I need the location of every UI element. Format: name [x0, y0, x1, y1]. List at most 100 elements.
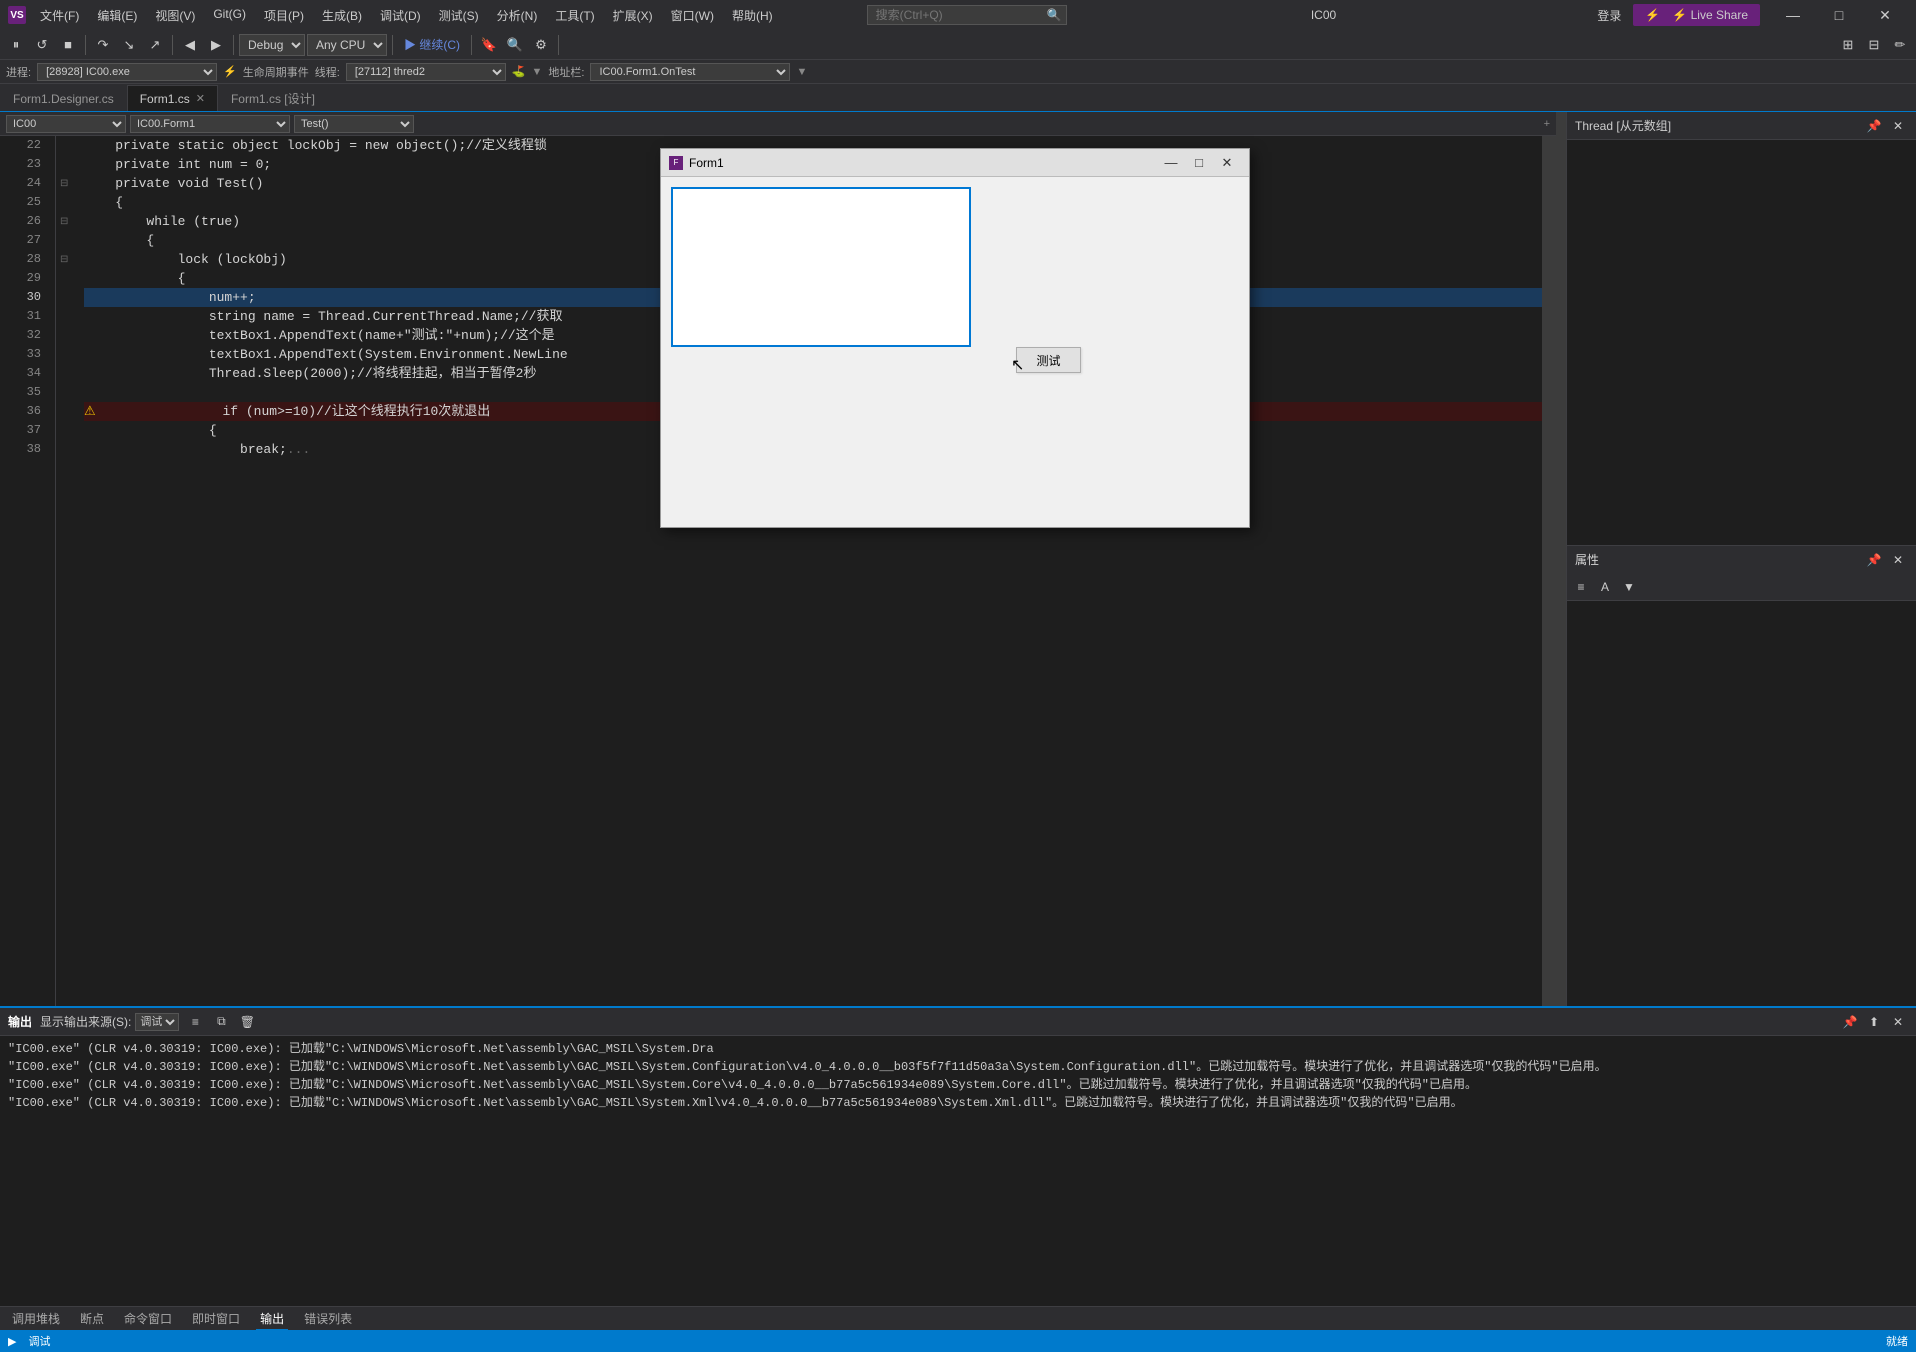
menu-item[interactable]: 视图(V) — [147, 5, 203, 26]
form1-textbox[interactable] — [671, 187, 971, 347]
prop-filter-btn[interactable]: ▼ — [1619, 577, 1639, 597]
form1-close[interactable]: ✕ — [1213, 152, 1241, 174]
prop-alpha-btn[interactable]: A — [1595, 577, 1615, 597]
properties-pin[interactable]: 📌 — [1864, 550, 1884, 570]
editor-scrollbar[interactable] — [1542, 136, 1556, 1006]
form1-icon: F — [669, 156, 683, 170]
tab-form1cs[interactable]: Form1.cs ✕ — [127, 85, 218, 111]
menu-item[interactable]: 编辑(E) — [89, 5, 145, 26]
bottom-tab-1[interactable]: 断点 — [76, 1308, 108, 1329]
minimize-button[interactable]: — — [1770, 0, 1816, 30]
thread-panel-close[interactable]: ✕ — [1888, 116, 1908, 136]
toolbar-sep-3 — [233, 35, 234, 55]
menu-item[interactable]: 文件(F) — [32, 5, 87, 26]
prop-category-btn[interactable]: ≡ — [1571, 577, 1591, 597]
output-line: "IC00.exe" (CLR v4.0.30319: IC00.exe): 已… — [8, 1058, 1908, 1076]
properties-toolbar: ≡ A ▼ — [1567, 573, 1916, 601]
output-copy-btn[interactable]: ⧉ — [211, 1012, 231, 1032]
fold-btn-28[interactable]: ⊟ — [60, 254, 68, 266]
step-into-button[interactable]: ↘ — [117, 33, 141, 57]
menu-item[interactable]: 调试(D) — [372, 5, 429, 26]
tab-design[interactable]: Form1.cs [设计] — [218, 85, 328, 111]
step-over-button[interactable]: ↷ — [91, 33, 115, 57]
maximize-button[interactable]: □ — [1816, 0, 1862, 30]
output-content[interactable]: "IC00.exe" (CLR v4.0.30319: IC00.exe): 已… — [0, 1036, 1916, 1306]
menu-item[interactable]: 窗口(W) — [663, 5, 722, 26]
close-button[interactable]: ✕ — [1862, 0, 1908, 30]
menu-item[interactable]: 测试(S) — [431, 5, 487, 26]
output-title: 输出 — [8, 1013, 32, 1030]
menu-item[interactable]: 扩展(X) — [605, 5, 661, 26]
form1-minimize[interactable]: — — [1157, 152, 1185, 174]
form1-content: 测试 ↖ — [661, 177, 1249, 527]
menu-item[interactable]: 生成(B) — [314, 5, 370, 26]
layout-btn-3[interactable]: ✏ — [1888, 33, 1912, 57]
toolbar-sep-1 — [85, 35, 86, 55]
properties-close[interactable]: ✕ — [1888, 550, 1908, 570]
tab-close-form1cs[interactable]: ✕ — [196, 92, 205, 105]
bottom-tab-3[interactable]: 即时窗口 — [188, 1308, 244, 1329]
line-num-29: 29 — [16, 269, 47, 288]
bottom-tab-5[interactable]: 错误列表 — [300, 1308, 356, 1329]
fold-area-33 — [56, 345, 76, 364]
layout-btn-2[interactable]: ⊟ — [1862, 33, 1886, 57]
menu-item[interactable]: Git(G) — [205, 5, 254, 26]
debug-mode-icon: ▶ — [8, 1335, 16, 1348]
process-label: 进程: — [6, 64, 31, 80]
status-bar: ▶ 调试 就绪 — [0, 1330, 1916, 1352]
layout-btn-1[interactable]: ⊞ — [1836, 33, 1860, 57]
output-clear-btn[interactable]: 🗑 — [237, 1012, 257, 1032]
location-dropdown[interactable]: IC00.Form1.OnTest — [590, 63, 790, 81]
output-pin-btn[interactable]: 📌 — [1840, 1012, 1860, 1032]
form1-maximize[interactable]: □ — [1185, 152, 1213, 174]
tab-designer[interactable]: Form1.Designer.cs — [0, 85, 127, 111]
fold-btn-26[interactable]: ⊟ — [60, 216, 68, 228]
debug-config-dropdown[interactable]: Debug — [239, 34, 305, 56]
pause-button[interactable]: ⏸ — [4, 33, 28, 57]
thread-panel-pin[interactable]: 📌 — [1864, 116, 1884, 136]
bottom-tab-2[interactable]: 命令窗口 — [120, 1308, 176, 1329]
fold-btn-24[interactable]: ⊟ — [60, 178, 68, 190]
properties-label: 属性 — [1575, 551, 1599, 568]
tab-label-form1cs: Form1.cs — [140, 92, 190, 106]
menu-item[interactable]: 项目(P) — [256, 5, 312, 26]
settings-button[interactable]: ⚙ — [529, 33, 553, 57]
output-source-select[interactable]: 调试 — [135, 1013, 179, 1031]
thread-dropdown[interactable]: [27112] thred2 — [346, 63, 506, 81]
login-btn[interactable]: 登录 — [1593, 5, 1625, 26]
output-wrap-btn[interactable]: ≡ — [185, 1012, 205, 1032]
find-button[interactable]: 🔍 — [503, 33, 527, 57]
toolbar-sep-6 — [558, 35, 559, 55]
class-select[interactable]: IC00.Form1 — [130, 115, 290, 133]
stop-button[interactable]: ■ — [56, 33, 80, 57]
method-select[interactable]: Test() — [294, 115, 414, 133]
bottom-tab-4[interactable]: 输出 — [256, 1308, 288, 1330]
status-bar-right: 就绪 — [1886, 1333, 1908, 1349]
thread-panel: Thread [从元数组] 📌 ✕ 属性 📌 ✕ ≡ A ▼ — [1566, 112, 1916, 1006]
right-strip-scrollbar[interactable] — [1556, 112, 1566, 1006]
menu-item[interactable]: 分析(N) — [489, 5, 546, 26]
process-dropdown[interactable]: [28928] IC00.exe — [37, 63, 217, 81]
continue-button[interactable]: ▶ 继续(C) — [398, 33, 466, 57]
output-close-btn[interactable]: ✕ — [1888, 1012, 1908, 1032]
menu-item[interactable]: 工具(T) — [547, 5, 602, 26]
fold-area-37 — [56, 421, 76, 440]
nav-back-button[interactable]: ◀ — [178, 33, 202, 57]
form1-test-button[interactable]: 测试 — [1016, 347, 1081, 373]
namespace-select[interactable]: IC00 — [6, 115, 126, 133]
fold-area-36 — [56, 402, 76, 421]
bottom-tab-0[interactable]: 调用堆栈 — [8, 1308, 64, 1329]
output-float-btn[interactable]: ⬆ — [1864, 1012, 1884, 1032]
nav-fwd-button[interactable]: ▶ — [204, 33, 228, 57]
step-out-button[interactable]: ↗ — [143, 33, 167, 57]
line-num-26: 26 — [16, 212, 47, 231]
plus-icon[interactable]: + — [1544, 118, 1550, 130]
menu-item[interactable]: 帮助(H) — [724, 5, 781, 26]
platform-dropdown[interactable]: Any CPU — [307, 34, 387, 56]
live-share-button[interactable]: ⚡ ⚡ Live Share — [1633, 4, 1760, 26]
search-input[interactable] — [867, 5, 1067, 25]
restart-button[interactable]: ↺ — [30, 33, 54, 57]
search-icon: 🔍 — [1047, 8, 1062, 22]
bookmark-button[interactable]: 🔖 — [477, 33, 501, 57]
fold-area-23 — [56, 155, 76, 174]
